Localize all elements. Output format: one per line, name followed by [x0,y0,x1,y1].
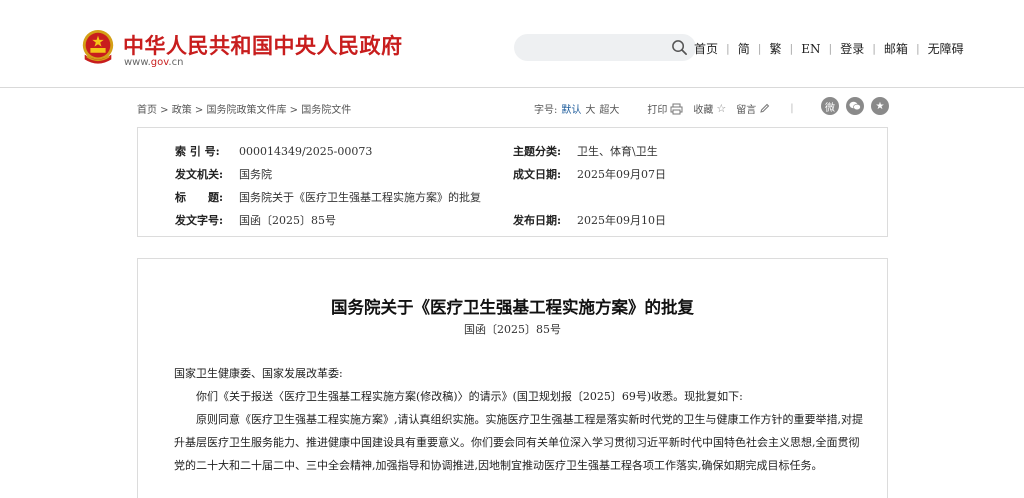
top-nav: 首页 | 简 | 繁 | EN | 登录 | 邮箱 | 无障碍 [694,40,964,57]
nav-login[interactable]: 登录 [840,40,864,57]
nav-divider: | [828,42,833,55]
comment-button[interactable]: 留言 [736,101,756,116]
nav-divider: | [915,42,920,55]
category-value: 卫生、体育\卫生 [577,145,658,158]
site-header: 中华人民共和国中央人民政府 www.gov.cn 首页 | 简 | 繁 | EN… [0,0,1024,88]
index-value: 000014349/2025-00073 [239,145,373,158]
site-title[interactable]: 中华人民共和国中央人民政府 [123,30,403,60]
docno-value: 国函〔2025〕85号 [239,214,336,227]
wechat-icon[interactable] [846,97,864,115]
national-emblem-icon[interactable] [79,28,117,68]
breadcrumb[interactable]: 首页 > 政策 > 国务院政策文件库 > 国务院文件 [137,101,351,116]
favorite-button[interactable]: 收藏 [693,101,713,116]
font-large-button[interactable]: 大 [585,101,595,116]
article-paragraph: 原则同意《医疗卫生强基工程实施方案》,请认真组织实施。实施医疗卫生强基工程是落实… [174,413,863,472]
article-text: 国家卫生健康委、国家发展改革委: 你们《关于报送〈医疗卫生强基工程实施方案(修改… [174,362,864,477]
breadcrumb-bar: 首页 > 政策 > 国务院政策文件库 > 国务院文件 字号: 默认 大 超大 打… [137,97,889,116]
domain-prefix: www. [124,57,151,68]
article-salutation: 国家卫生健康委、国家发展改革委: [174,367,343,380]
document-info-table: 索 引 号: 000014349/2025-00073 主题分类: 卫生、体育\卫生… [137,127,888,237]
nav-divider: | [789,42,794,55]
domain-suffix: .cn [168,57,184,68]
tools-divider: | [790,103,794,114]
issuer-label: 发文机关: [175,168,224,181]
nav-divider: | [872,42,876,55]
nav-accessibility[interactable]: 无障碍 [928,40,964,57]
info-row-category: 主题分类: 卫生、体育\卫生 [513,143,658,159]
font-default-button[interactable]: 默认 [561,101,581,116]
info-row-created: 成文日期: 2025年09月07日 [513,166,666,182]
nav-english[interactable]: EN [801,42,820,56]
font-xlarge-button[interactable]: 超大 [599,101,619,116]
qzone-icon[interactable]: ★ [871,97,889,115]
info-row-published: 发布日期: 2025年09月10日 [513,212,666,228]
issuer-value: 国务院 [239,168,272,181]
created-value: 2025年09月07日 [577,168,666,181]
search-icon[interactable] [671,39,688,56]
title-label: 标 题: [175,191,224,204]
font-size-label: 字号: [534,105,558,116]
info-row-index: 索 引 号: 000014349/2025-00073 [175,143,372,159]
info-row-issuer: 发文机关: 国务院 [175,166,272,182]
article-title: 国务院关于《医疗卫生强基工程实施方案》的批复 [331,298,694,317]
published-label: 发布日期: [513,214,562,227]
info-row-title: 标 题: 国务院关于《医疗卫生强基工程实施方案》的批复 [175,189,481,205]
nav-divider: | [757,42,762,55]
site-domain[interactable]: www.gov.cn [124,57,183,68]
info-row-docno: 发文字号: 国函〔2025〕85号 [175,212,336,228]
index-label: 索 引 号: [175,145,220,158]
page-tools: 字号: 默认 大 超大 打印 收藏 ☆ 留言 | [534,101,804,116]
star-icon[interactable]: ☆ [716,102,726,115]
published-value: 2025年09月10日 [577,214,666,227]
article-doc-number: 国函〔2025〕85号 [464,323,561,336]
nav-home[interactable]: 首页 [694,40,718,57]
title-value: 国务院关于《医疗卫生强基工程实施方案》的批复 [239,191,481,204]
pencil-icon[interactable] [759,103,770,114]
article-paragraph: 你们《关于报送〈医疗卫生强基工程实施方案(修改稿)〉的请示》(国卫规划报〔202… [196,390,743,403]
nav-simplified[interactable]: 简 [738,40,750,57]
nav-traditional[interactable]: 繁 [769,40,781,57]
nav-divider: | [726,42,730,55]
weibo-icon[interactable]: 微 [821,97,839,115]
article-body: 国务院关于《医疗卫生强基工程实施方案》的批复 国函〔2025〕85号 国家卫生健… [137,258,888,498]
docno-label: 发文字号: [175,214,224,227]
domain-main: gov [150,57,169,68]
search-input[interactable] [514,34,696,61]
nav-mail[interactable]: 邮箱 [884,40,908,57]
print-button[interactable]: 打印 [647,101,667,116]
category-label: 主题分类: [513,145,562,158]
share-bar: 微 ★ [821,97,889,115]
created-label: 成文日期: [513,168,562,181]
printer-icon[interactable] [670,103,683,115]
